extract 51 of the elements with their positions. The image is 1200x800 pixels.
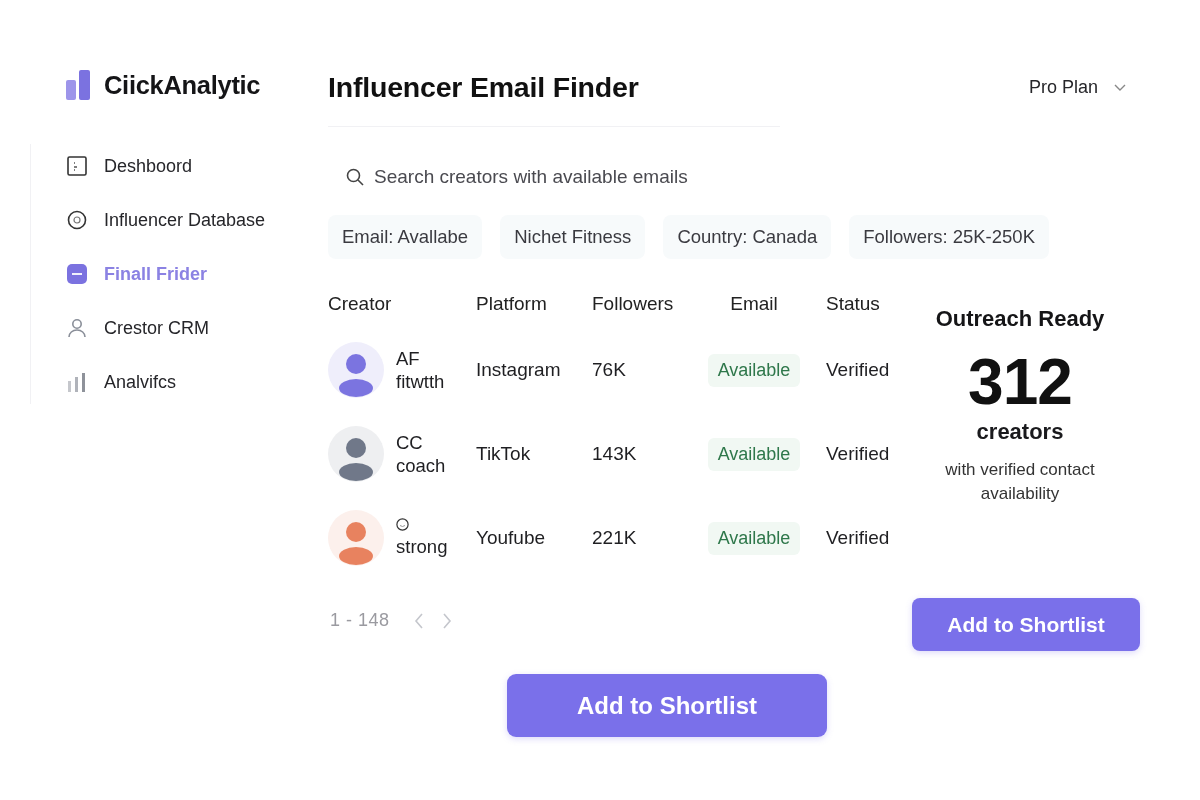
creator-name: CC coach <box>396 431 446 477</box>
status-text: Verified <box>826 443 890 465</box>
platform-text: TikTok <box>476 443 531 465</box>
sidebar-item[interactable]: Deshboord <box>67 144 193 188</box>
status-text: Verified <box>826 527 890 549</box>
minus-square-icon <box>67 264 87 284</box>
followers-count: 143K <box>592 443 637 465</box>
add-to-shortlist-button[interactable]: Add to Shortlist <box>507 674 827 737</box>
square-icon <box>67 156 87 176</box>
page-title: Influencer Email Finder <box>328 70 639 104</box>
chevron-right-icon <box>441 612 452 629</box>
status-text: Verified <box>826 359 890 381</box>
platform-text: Instagram <box>476 359 561 381</box>
creator-name: AF fitwtth <box>396 347 445 393</box>
sidebar-item[interactable]: Analvifcs <box>67 360 177 404</box>
email-availability-tag: Available <box>707 353 801 387</box>
add-to-shortlist-button[interactable]: Add to Shortlist <box>912 598 1140 651</box>
bar-chart-icon <box>67 372 87 392</box>
plan-dropdown[interactable]: Pro Plan <box>1028 76 1140 98</box>
summary-note: with verified contact availability <box>944 459 1096 505</box>
creator-name: strong <box>396 535 448 558</box>
column-header: Email <box>729 292 779 316</box>
email-availability-tag: Available <box>707 521 801 555</box>
count-unit: creators <box>976 419 1064 445</box>
caret-icon <box>1114 83 1126 91</box>
sidebar-item[interactable]: Crestor CRM <box>67 306 209 350</box>
search-field[interactable]: Search creators with available emails <box>374 161 794 193</box>
logo-icon <box>66 70 90 100</box>
next-page-button[interactable] <box>441 612 452 629</box>
sidebar-item[interactable]: Influencer Database <box>67 198 266 242</box>
creator-count: 312 <box>968 349 1072 415</box>
summary-title: Outreach Ready <box>935 306 1105 332</box>
user-icon <box>67 318 87 338</box>
platform-text: Youfube <box>476 527 546 549</box>
column-header: Creator <box>328 292 393 316</box>
chevron-left-icon <box>413 612 424 629</box>
search-icon <box>346 168 364 186</box>
column-header: Status <box>825 292 881 316</box>
circle-icon <box>67 210 87 230</box>
email-availability-tag: Available <box>707 437 801 471</box>
followers-count: 76K <box>592 359 626 381</box>
filter-chip[interactable]: Nichet Fitness <box>500 215 646 259</box>
column-header: Platform <box>476 292 548 316</box>
filter-chip[interactable]: Country: Canada <box>663 215 832 259</box>
page-range: 1 - 148 <box>330 610 390 631</box>
filter-chip[interactable]: Email: Avallabe <box>328 215 483 259</box>
filter-chip[interactable]: Followers: 25K-250K <box>849 215 1049 259</box>
followers-count: 221K <box>592 527 637 549</box>
previous-page-button[interactable] <box>413 612 424 629</box>
column-header: Followers <box>592 292 675 316</box>
app-logo: CiickAnalytic <box>104 70 261 100</box>
